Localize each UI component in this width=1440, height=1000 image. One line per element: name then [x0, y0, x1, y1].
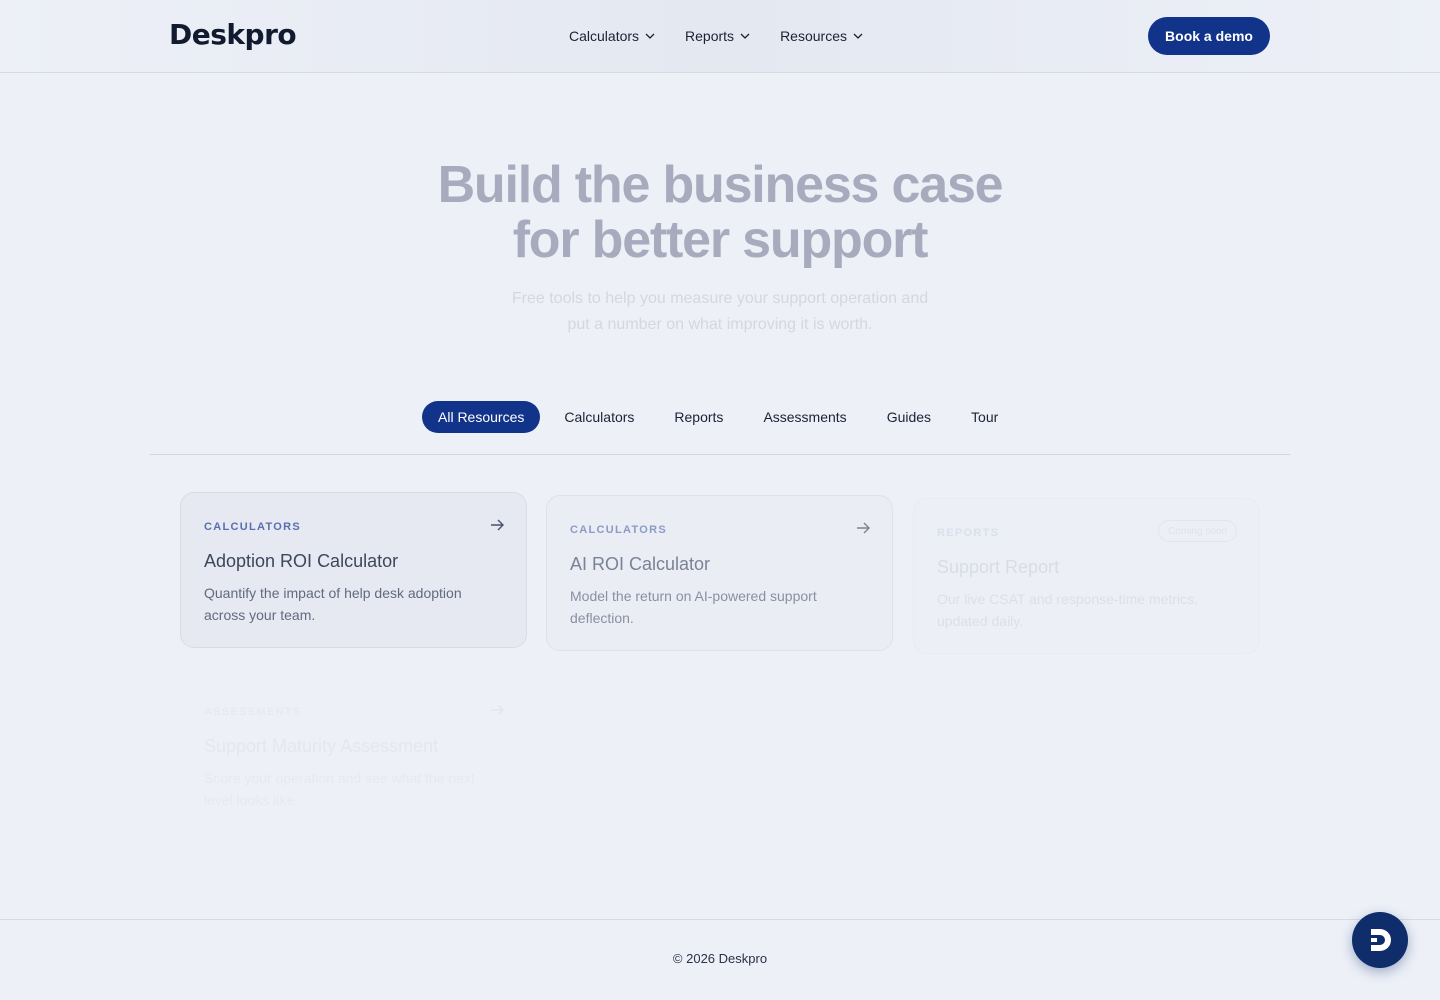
- filter-tabs: All Resources Calculators Reports Assess…: [422, 401, 1022, 433]
- tab-calculators[interactable]: Calculators: [548, 401, 650, 433]
- site-header: Deskpro Calculators Reports Resources Bo…: [0, 0, 1440, 73]
- tab-assessments[interactable]: Assessments: [747, 401, 862, 433]
- card-description: Quantify the impact of help desk adoptio…: [204, 582, 504, 626]
- chat-launcher-button[interactable]: [1352, 912, 1408, 968]
- tab-all-resources[interactable]: All Resources: [422, 401, 541, 433]
- card-description: Model the return on AI-powered support de…: [570, 585, 870, 629]
- card-description-line2: deflection.: [570, 610, 634, 626]
- card-description-line2: across your team.: [204, 607, 316, 623]
- card-category: ASSESSMENTS: [204, 706, 302, 718]
- tab-reports[interactable]: Reports: [658, 401, 739, 433]
- card-description-line2: updated daily.: [937, 613, 1024, 629]
- nav-reports[interactable]: Reports: [685, 26, 750, 46]
- chevron-down-icon: [853, 33, 863, 39]
- book-demo-button[interactable]: Book a demo: [1148, 17, 1270, 55]
- tab-guides[interactable]: Guides: [871, 401, 947, 433]
- footer-divider: [0, 919, 1440, 920]
- hero-title-line2: for better support: [512, 211, 929, 269]
- card-description-line1: Model the return on AI-powered support: [570, 588, 817, 604]
- nav-resources[interactable]: Resources: [780, 26, 863, 46]
- card-category: CALCULATORS: [204, 521, 301, 533]
- resource-card-maturity-assessment[interactable]: ASSESSMENTS Support Maturity Assessment …: [180, 677, 527, 833]
- main-nav: Calculators Reports Resources: [569, 26, 893, 46]
- nav-calculators-label: Calculators: [569, 28, 640, 44]
- arrow-right-icon: [857, 522, 870, 534]
- arrow-right-icon: [491, 519, 504, 531]
- hero-subtitle-line2: put a number on what improving it is wor…: [567, 316, 873, 333]
- card-description-line2: level looks like.: [204, 792, 299, 808]
- hero-subtitle-line1: Free tools to help you measure your supp…: [511, 290, 929, 307]
- nav-calculators[interactable]: Calculators: [569, 26, 655, 46]
- tabs-divider: [150, 454, 1290, 455]
- card-title: Support Report: [937, 557, 1060, 577]
- chevron-down-icon: [645, 33, 655, 39]
- chevron-down-icon: [740, 33, 750, 39]
- card-description: Score your operation and see what the ne…: [204, 767, 504, 811]
- card-title: AI ROI Calculator: [570, 554, 711, 574]
- card-category: REPORTS: [937, 527, 1000, 539]
- coming-soon-badge: Coming soon: [1158, 520, 1237, 542]
- card-description-line1: Score your operation and see what the ne…: [204, 770, 475, 786]
- hero-title: Build the business case for better suppo…: [370, 158, 1070, 268]
- tab-tour[interactable]: Tour: [955, 401, 1014, 433]
- nav-resources-label: Resources: [780, 28, 847, 44]
- deskpro-chat-icon: [1371, 929, 1391, 951]
- hero-subtitle: Free tools to help you measure your supp…: [480, 286, 960, 338]
- card-description-line1: Our live CSAT and response-time metrics,: [937, 591, 1198, 607]
- deskpro-logo[interactable]: Deskpro: [169, 18, 297, 51]
- card-title: Support Maturity Assessment: [204, 736, 439, 756]
- card-title: Adoption ROI Calculator: [204, 551, 399, 571]
- card-description-line1: Quantify the impact of help desk adoptio…: [204, 585, 462, 601]
- resource-card-adoption-roi[interactable]: CALCULATORS Adoption ROI Calculator Quan…: [180, 492, 527, 648]
- card-description: Our live CSAT and response-time metrics,…: [937, 588, 1237, 632]
- hero-title-line1: Build the business case: [437, 156, 1004, 214]
- nav-reports-label: Reports: [685, 28, 735, 44]
- resource-card-support-report[interactable]: REPORTS Coming soon Support Report Our l…: [913, 498, 1260, 654]
- resource-card-ai-roi[interactable]: CALCULATORS AI ROI Calculator Model the …: [546, 495, 893, 651]
- footer-copyright: © 2026 Deskpro: [672, 951, 768, 966]
- card-category: CALCULATORS: [570, 524, 667, 536]
- arrow-right-icon: [491, 704, 504, 716]
